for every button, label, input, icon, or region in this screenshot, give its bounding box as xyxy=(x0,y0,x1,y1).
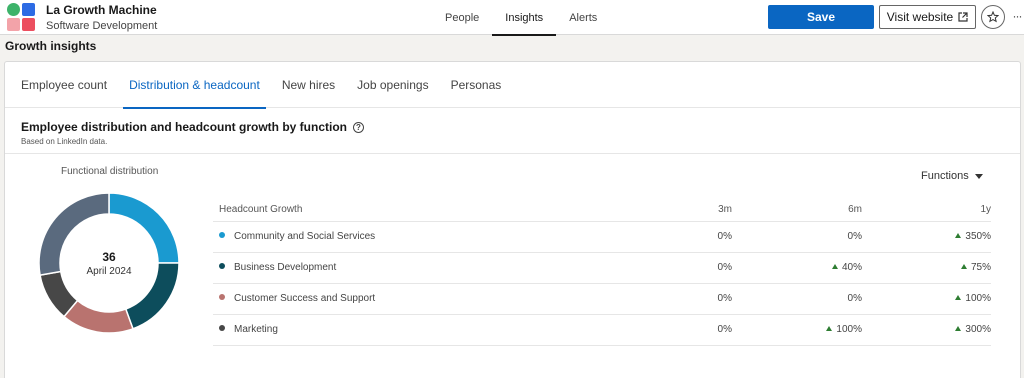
growth-m3-cell: 0% xyxy=(633,314,732,346)
card-title: Employee distribution and headcount grow… xyxy=(21,120,347,134)
visit-website-button[interactable]: Visit website xyxy=(879,5,976,29)
growth-value: 0% xyxy=(847,293,862,304)
growth-y1-cell: 75% xyxy=(862,252,991,284)
trend-up-icon xyxy=(955,295,962,300)
growth-value: 300% xyxy=(965,324,991,335)
star-icon xyxy=(987,11,999,23)
logo-shape xyxy=(7,3,20,16)
company-industry: Software Development xyxy=(46,20,158,32)
follow-star-button[interactable] xyxy=(981,5,1005,29)
legend-dot-icon xyxy=(219,232,225,239)
column-header: 3m xyxy=(633,198,732,222)
column-header: Headcount Growth xyxy=(213,198,633,222)
section-title: Growth insights xyxy=(5,39,97,53)
subtab-distribution-headcount[interactable]: Distribution & headcount xyxy=(123,62,266,109)
column-header: 6m xyxy=(732,198,862,222)
trend-up-icon xyxy=(960,264,967,269)
top-nav-tabs: People Insights Alerts xyxy=(432,0,610,36)
logo-shape xyxy=(22,3,35,16)
growth-m3-cell: 0% xyxy=(633,252,732,284)
card-subtitle: Based on LinkedIn data. xyxy=(21,137,108,146)
insights-subtabs: Employee count Distribution & headcount … xyxy=(5,62,1020,109)
functions-dropdown-label: Functions xyxy=(921,170,969,182)
legend-dot-icon xyxy=(219,263,225,270)
growth-y1-cell: 100% xyxy=(862,283,991,315)
logo-shape xyxy=(22,18,35,31)
question-circle-icon[interactable]: ? xyxy=(353,121,364,133)
company-name[interactable]: La Growth Machine xyxy=(46,3,157,18)
insights-card: Employee count Distribution & headcount … xyxy=(4,61,1021,378)
growth-value: 100% xyxy=(836,324,862,335)
trend-up-icon xyxy=(831,264,838,269)
external-link-icon xyxy=(958,12,968,22)
subtab-new-hires[interactable]: New hires xyxy=(276,62,341,108)
function-name: Customer Success and Support xyxy=(234,293,376,304)
company-logo[interactable] xyxy=(7,3,35,31)
growth-value: 40% xyxy=(841,262,862,273)
functions-dropdown[interactable]: Functions xyxy=(921,170,983,182)
growth-m6-cell: 40% xyxy=(732,252,862,284)
function-name: Marketing xyxy=(234,324,278,335)
function-name-cell: Customer Success and Support xyxy=(213,283,633,315)
table-row: Business Development 0% 40% 75% xyxy=(213,252,991,284)
trend-up-icon xyxy=(955,233,962,238)
growth-m3-cell: 0% xyxy=(633,221,732,253)
save-button[interactable]: Save xyxy=(768,5,874,29)
growth-value: 100% xyxy=(965,293,991,304)
trend-up-icon xyxy=(826,326,833,331)
trend-up-icon xyxy=(955,326,962,331)
company-info: La Growth Machine Software Development xyxy=(46,3,157,33)
caret-down-icon xyxy=(974,173,983,179)
tab-insights[interactable]: Insights xyxy=(492,0,557,36)
headcount-growth-table: Headcount Growth 3m 6m 1y Community and … xyxy=(213,198,991,346)
donut-slice-community-and-social-services[interactable] xyxy=(108,193,179,264)
table-row: Community and Social Services 0% 0% 350% xyxy=(213,221,991,253)
table-row: Marketing 0% 100% 300% xyxy=(213,314,991,346)
growth-value: 0% xyxy=(717,262,732,273)
growth-m6-cell: 100% xyxy=(732,314,862,346)
growth-value: 0% xyxy=(717,231,732,242)
donut-chart xyxy=(39,193,179,333)
visit-website-label: Visit website xyxy=(886,10,954,24)
function-name-cell: Business Development xyxy=(213,252,633,284)
card-header: Employee distribution and headcount grow… xyxy=(5,108,1020,154)
growth-m3-cell: 0% xyxy=(633,283,732,315)
growth-m6-cell: 0% xyxy=(732,283,862,315)
growth-value: 350% xyxy=(965,231,991,242)
column-header: 1y xyxy=(862,198,991,222)
subtab-job-openings[interactable]: Job openings xyxy=(351,62,434,108)
growth-value: 75% xyxy=(970,262,991,273)
more-options-button[interactable]: ··· xyxy=(1010,8,1024,24)
table-row: Customer Success and Support 0% 0% 100% xyxy=(213,283,991,315)
subtab-personas[interactable]: Personas xyxy=(445,62,508,108)
tab-people[interactable]: People xyxy=(432,0,492,35)
function-name: Business Development xyxy=(234,262,337,273)
tab-alerts[interactable]: Alerts xyxy=(556,0,610,35)
function-name: Community and Social Services xyxy=(234,231,376,242)
growth-value: 0% xyxy=(847,231,862,242)
growth-y1-cell: 350% xyxy=(862,221,991,253)
donut-slice-business-development[interactable] xyxy=(124,262,179,330)
legend-dot-icon xyxy=(219,294,225,301)
ellipsis-icon: ··· xyxy=(1012,9,1023,23)
logo-shape xyxy=(7,18,20,31)
growth-value: 0% xyxy=(717,324,732,335)
growth-value: 0% xyxy=(717,293,732,304)
top-bar: La Growth Machine Software Development P… xyxy=(0,0,1024,36)
subtab-employee-count[interactable]: Employee count xyxy=(15,62,113,108)
donut-slice-other[interactable] xyxy=(39,193,110,277)
function-name-cell: Community and Social Services xyxy=(213,221,633,253)
function-name-cell: Marketing xyxy=(213,314,633,346)
growth-y1-cell: 300% xyxy=(862,314,991,346)
card-title-row: Employee distribution and headcount grow… xyxy=(21,120,364,134)
table-header-row: Headcount Growth 3m 6m 1y xyxy=(213,198,991,222)
functional-distribution-label: Functional distribution xyxy=(61,166,159,177)
growth-m6-cell: 0% xyxy=(732,221,862,253)
legend-dot-icon xyxy=(219,325,225,332)
